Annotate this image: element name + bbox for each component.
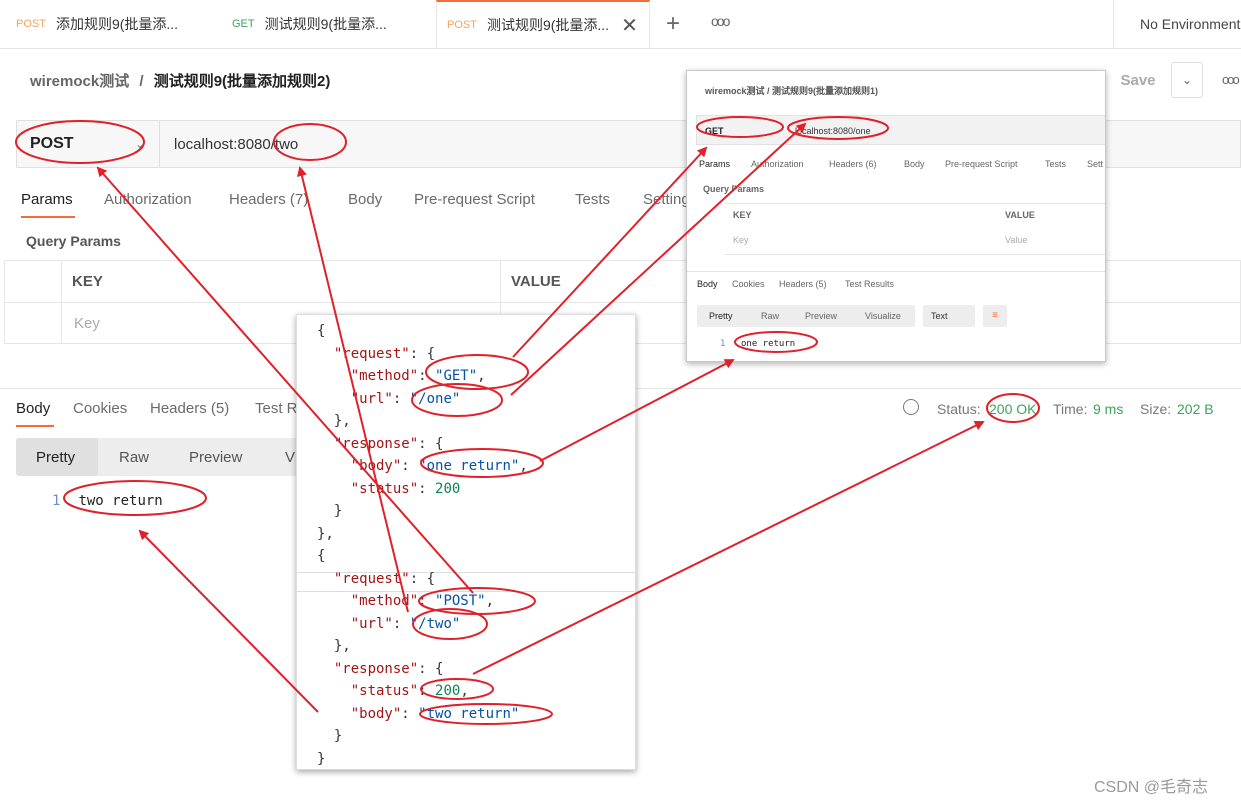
annotation-ellipse (787, 116, 889, 140)
annotation-ellipse (420, 678, 494, 700)
annotation-ellipse (425, 354, 529, 390)
annotation-arrow (138, 529, 319, 713)
annotation-ellipse (419, 703, 553, 725)
annotation-ellipse (63, 480, 207, 516)
annotation-ellipse (420, 448, 544, 478)
annotation-ellipse (15, 120, 145, 164)
annotation-ellipse (273, 123, 347, 161)
annotation-arrow (96, 166, 474, 594)
annotation-arrow (539, 359, 735, 462)
annotation-arrow (510, 122, 807, 396)
annotation-ellipse (986, 393, 1040, 423)
annotation-overlay (15, 116, 1040, 725)
annotation-ellipse (411, 383, 503, 417)
annotation-ellipse (696, 116, 784, 138)
watermark: CSDN @毛奇志 (1094, 779, 1209, 796)
annotation-ellipse (734, 331, 818, 353)
annotation-arrow (512, 146, 708, 358)
annotation-arrow (297, 166, 409, 613)
annotation-arrow (472, 421, 985, 675)
